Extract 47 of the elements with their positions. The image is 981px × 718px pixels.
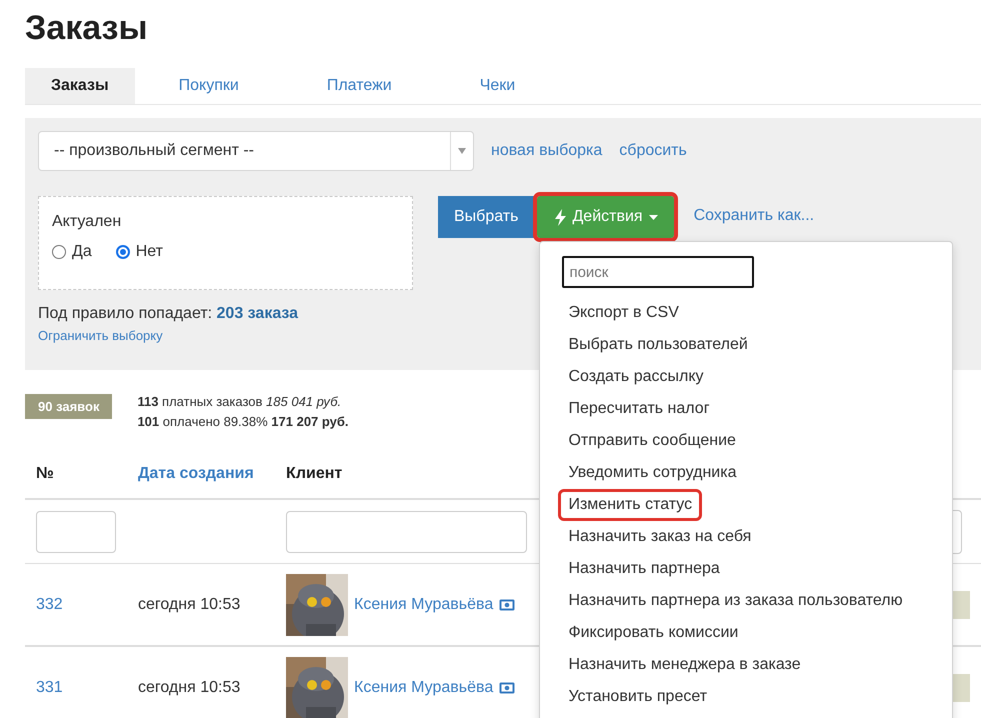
filter-link[interactable]: новая выборка [491, 142, 602, 160]
tab[interactable]: Покупки [134, 68, 283, 104]
lightning-icon [555, 208, 566, 226]
banknote-icon [499, 682, 516, 694]
radio-option[interactable]: Да [52, 243, 92, 261]
menu-item[interactable]: Фиксировать комиссии [561, 617, 746, 649]
page-title: Заказы [25, 8, 148, 48]
condition-label: Актуален [52, 213, 122, 231]
menu-item[interactable]: Пересчитать налог [561, 393, 717, 425]
column-header: № [36, 465, 54, 482]
created-date: сегодня 10:53 [138, 678, 240, 696]
radio-option[interactable]: Нет [116, 243, 163, 261]
menu-item[interactable]: Отправить сообщение [561, 425, 743, 457]
segment-select[interactable]: -- произвольный сегмент -- [38, 131, 474, 171]
menu-item[interactable]: Установить пресет [561, 681, 714, 713]
menu-item[interactable]: Назначить менеджера в заказе [561, 649, 808, 681]
sortable-column-header[interactable]: Дата создания [138, 465, 254, 482]
match-text: Под правило попадает: 203 заказа [38, 305, 298, 323]
tab[interactable]: Чеки [436, 68, 560, 104]
caret-icon [648, 214, 658, 220]
client-link[interactable]: Ксения Муравьёва [354, 678, 494, 696]
menu-item[interactable]: Уведомить сотрудника [561, 457, 744, 489]
created-date: сегодня 10:53 [138, 596, 240, 612]
count-badge: 90 заявок [25, 394, 112, 419]
filter-link[interactable]: сбросить [619, 142, 687, 160]
caret-icon [458, 148, 466, 154]
search-field[interactable]: поиск [562, 256, 754, 288]
save-as-link[interactable]: Сохранить как... [694, 207, 814, 225]
select-button[interactable]: Выбрать [438, 196, 534, 238]
menu-item[interactable]: Изменить статус [561, 492, 700, 518]
summary-line: 101 оплачено 89.38% 171 207 руб. [137, 413, 349, 431]
menu-item[interactable]: Назначить партнера из заказа пользователю [561, 585, 910, 617]
menu-item[interactable]: Создать рассылку [561, 361, 711, 393]
menu-item[interactable]: Экспорт в CSV [561, 297, 686, 329]
order-number-link[interactable]: 332 [36, 596, 63, 612]
order-number-link[interactable]: 331 [36, 678, 63, 696]
column-header: Клиент [286, 465, 342, 482]
banknote-icon [499, 598, 516, 610]
client-filter-field[interactable] [286, 510, 528, 552]
number-filter-field[interactable] [36, 510, 116, 552]
menu-item[interactable]: Выбрать пользователей [561, 329, 755, 361]
client-link[interactable]: Ксения Муравьёва [354, 596, 494, 614]
tab[interactable]: Платежи [282, 68, 436, 104]
summary-line: 113 платных заказов 185 041 руб. [137, 393, 342, 411]
tab[interactable]: Заказы [25, 68, 135, 104]
menu-item[interactable]: Назначить партнера [561, 553, 727, 585]
menu-item[interactable]: Назначить заказ на себя [561, 521, 758, 553]
